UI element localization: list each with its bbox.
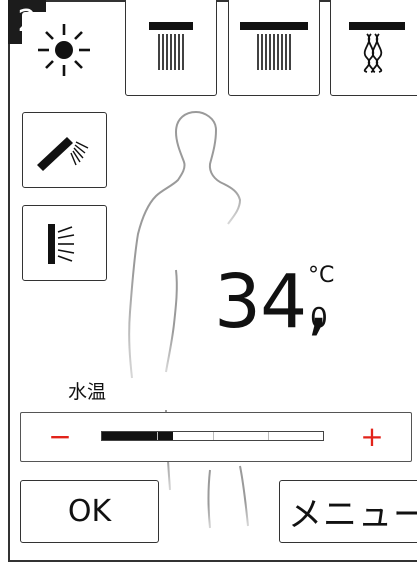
light-mode-button[interactable] — [22, 12, 106, 88]
hand-shower-icon — [36, 137, 88, 171]
track-tick — [212, 432, 214, 440]
rain-shower-small-button[interactable] — [125, 0, 217, 96]
temperature-slider: − + — [20, 412, 412, 462]
shower-head-small-icon — [149, 22, 193, 70]
increase-temperature-button[interactable]: + — [357, 419, 387, 455]
body-jet-icon — [47, 224, 74, 264]
track-tick — [267, 432, 269, 440]
ok-button[interactable]: OK — [20, 480, 159, 543]
shower-head-waterfall-icon — [349, 22, 405, 73]
waterfall-shower-button[interactable] — [330, 0, 417, 96]
decrease-temperature-button[interactable]: − — [45, 419, 75, 455]
shower-head-large-icon — [240, 22, 308, 70]
menu-button[interactable]: メニュー — [279, 480, 417, 543]
temperature-level-fill — [102, 432, 173, 440]
water-temperature-label: 水温 — [68, 381, 107, 403]
ok-button-label: OK — [67, 494, 112, 529]
sun-icon — [38, 24, 90, 76]
rain-shower-large-button[interactable] — [228, 0, 320, 96]
temperature-track[interactable] — [101, 431, 324, 441]
body-jets-button[interactable] — [22, 205, 107, 281]
temperature-unit: °C — [308, 263, 335, 288]
track-tick — [157, 432, 159, 440]
menu-button-label: メニュー — [288, 495, 417, 535]
temperature-decimal: 0 — [310, 301, 328, 334]
hand-shower-button[interactable] — [22, 112, 107, 188]
shower-control-screen: 2 — [0, 0, 417, 570]
